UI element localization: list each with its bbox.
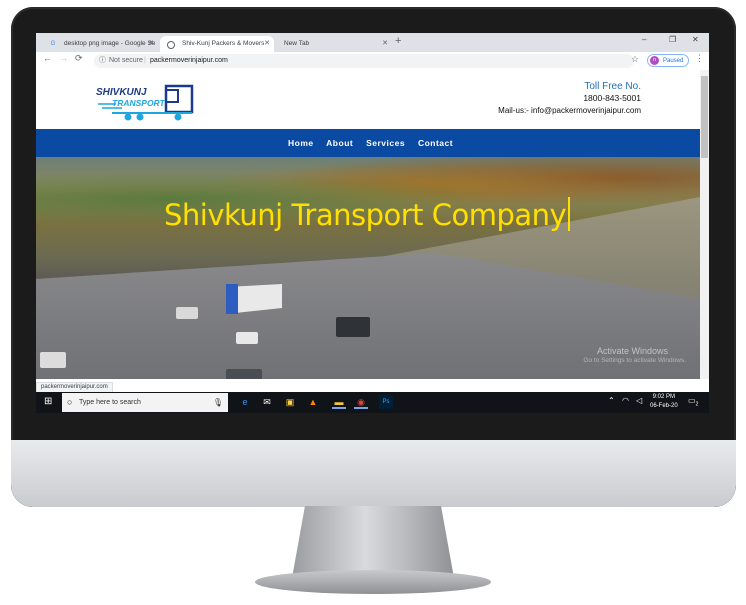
photoshop-icon[interactable]: Ps	[379, 395, 393, 409]
nav-services[interactable]: Services	[366, 138, 405, 148]
page-scrollbar[interactable]	[700, 70, 709, 379]
toll-free-label: Toll Free No.	[584, 81, 641, 92]
notification-count: 2	[695, 401, 699, 408]
windows-start-icon[interactable]: ⊞	[44, 396, 52, 407]
hero-title-text: Shivkunj Transport Company	[164, 198, 567, 232]
hero-banner: Shivkunj Transport Company Activate Wind…	[36, 157, 700, 379]
profile-status: Paused	[663, 58, 684, 64]
restore-button[interactable]: ❐	[669, 35, 676, 44]
volume-icon[interactable]: ◁	[636, 396, 642, 405]
google-icon: G	[50, 41, 56, 47]
nav-about[interactable]: About	[326, 138, 353, 148]
avatar: n	[650, 56, 659, 65]
reload-button[interactable]: ⟳	[75, 53, 83, 64]
monitor-stand-neck	[292, 506, 454, 578]
file-explorer-icon[interactable]: ▬	[332, 395, 346, 409]
tab-google-search[interactable]: G desktop png image - Google Se ✕	[42, 36, 158, 52]
nav-contact[interactable]: Contact	[418, 138, 453, 148]
bookmark-star-icon[interactable]: ☆	[631, 54, 639, 65]
hero-car	[226, 369, 262, 379]
text-cursor	[568, 197, 571, 231]
new-tab-button[interactable]: +	[395, 35, 401, 47]
scrollbar-thumb[interactable]	[701, 76, 708, 158]
tab-title: New Tab	[284, 40, 310, 47]
info-icon[interactable]: ⓘ	[99, 54, 106, 68]
nav-home[interactable]: Home	[288, 138, 314, 148]
globe-icon	[167, 41, 175, 49]
toll-free-number[interactable]: 1800-843-5001	[583, 93, 641, 103]
forward-button[interactable]: →	[59, 53, 68, 63]
hero-car	[176, 307, 198, 319]
hero-title: Shivkunj Transport Company	[164, 197, 571, 232]
site-navbar: Home About Services Contact	[36, 129, 700, 157]
url-text[interactable]: packermoverinjaipur.com	[150, 54, 228, 68]
browser-toolbar: ← → ⟳ ⓘ Not secure | packermoverinjaipur…	[36, 52, 709, 71]
profile-paused-button[interactable]: n Paused	[647, 54, 689, 67]
contact-email[interactable]: Mail-us:- info@packermoverinjaipur.com	[498, 106, 641, 115]
close-tab-icon[interactable]: ✕	[382, 36, 388, 52]
hero-car	[40, 352, 66, 368]
address-separator: |	[144, 57, 146, 64]
wifi-icon[interactable]: ◠	[622, 396, 629, 405]
store-icon[interactable]: ▣	[283, 395, 297, 409]
show-hidden-icons[interactable]: ⌃	[608, 396, 615, 405]
tab-title: Shiv-Kunj Packers & Movers	[182, 40, 265, 47]
back-button[interactable]: ←	[43, 53, 52, 63]
taskbar-clock[interactable]: 9:02 PM 06-Feb-20	[650, 393, 678, 411]
web-page: SHIVKUNJ TRANSPORT Toll Free No. 1800-84…	[36, 70, 700, 379]
screen: G desktop png image - Google Se ✕ Shiv-K…	[36, 33, 709, 413]
tab-title: desktop png image - Google Se	[64, 40, 156, 47]
monitor-chin	[11, 440, 736, 507]
activate-windows-title: Activate Windows	[596, 346, 668, 356]
activate-windows-hint: Go to Settings to activate Windows.	[583, 357, 686, 364]
logo-line1: SHIVKUNJ	[96, 87, 147, 98]
address-bar[interactable]: ⓘ Not secure | packermoverinjaipur.com	[94, 54, 634, 68]
site-logo[interactable]: SHIVKUNJ TRANSPORT	[94, 80, 196, 122]
logo-line2: TRANSPORT	[112, 98, 166, 108]
hero-car	[236, 332, 258, 344]
close-tab-icon[interactable]: ✕	[148, 36, 154, 52]
menu-icon[interactable]: ⋮	[695, 53, 704, 64]
microphone-icon[interactable]: 🎙	[213, 393, 223, 412]
clock-time: 9:02 PM	[652, 394, 676, 400]
minimize-button[interactable]: –	[642, 35, 646, 44]
taskbar-search-box[interactable]: ○ Type here to search 🎙	[62, 393, 228, 412]
edge-icon[interactable]: e	[238, 395, 252, 409]
taskbar-search-placeholder: Type here to search	[79, 399, 141, 406]
security-label: Not secure	[109, 57, 143, 64]
windows-taskbar: ⊞ ○ Type here to search 🎙 e ✉ ▣ ▲ ▬ ◉ Ps…	[36, 392, 709, 413]
clock-date: 06-Feb-20	[650, 403, 678, 409]
chrome-icon[interactable]: ◉	[354, 395, 368, 409]
mail-icon[interactable]: ✉	[260, 395, 274, 409]
notification-icon[interactable]: ▭2	[688, 396, 698, 408]
vlc-icon[interactable]: ▲	[306, 395, 320, 409]
search-icon: ○	[67, 397, 73, 407]
hero-car	[336, 317, 370, 337]
tab-bar: G desktop png image - Google Se ✕ Shiv-K…	[36, 33, 709, 52]
tab-new-tab[interactable]: New Tab ✕	[276, 36, 392, 52]
close-tab-icon[interactable]: ✕	[264, 36, 270, 52]
close-window-button[interactable]: ✕	[692, 35, 699, 44]
hero-truck-cab	[226, 284, 238, 314]
tab-shivkunj[interactable]: Shiv-Kunj Packers & Movers ✕	[160, 36, 274, 52]
monitor-stand-base	[255, 570, 491, 594]
